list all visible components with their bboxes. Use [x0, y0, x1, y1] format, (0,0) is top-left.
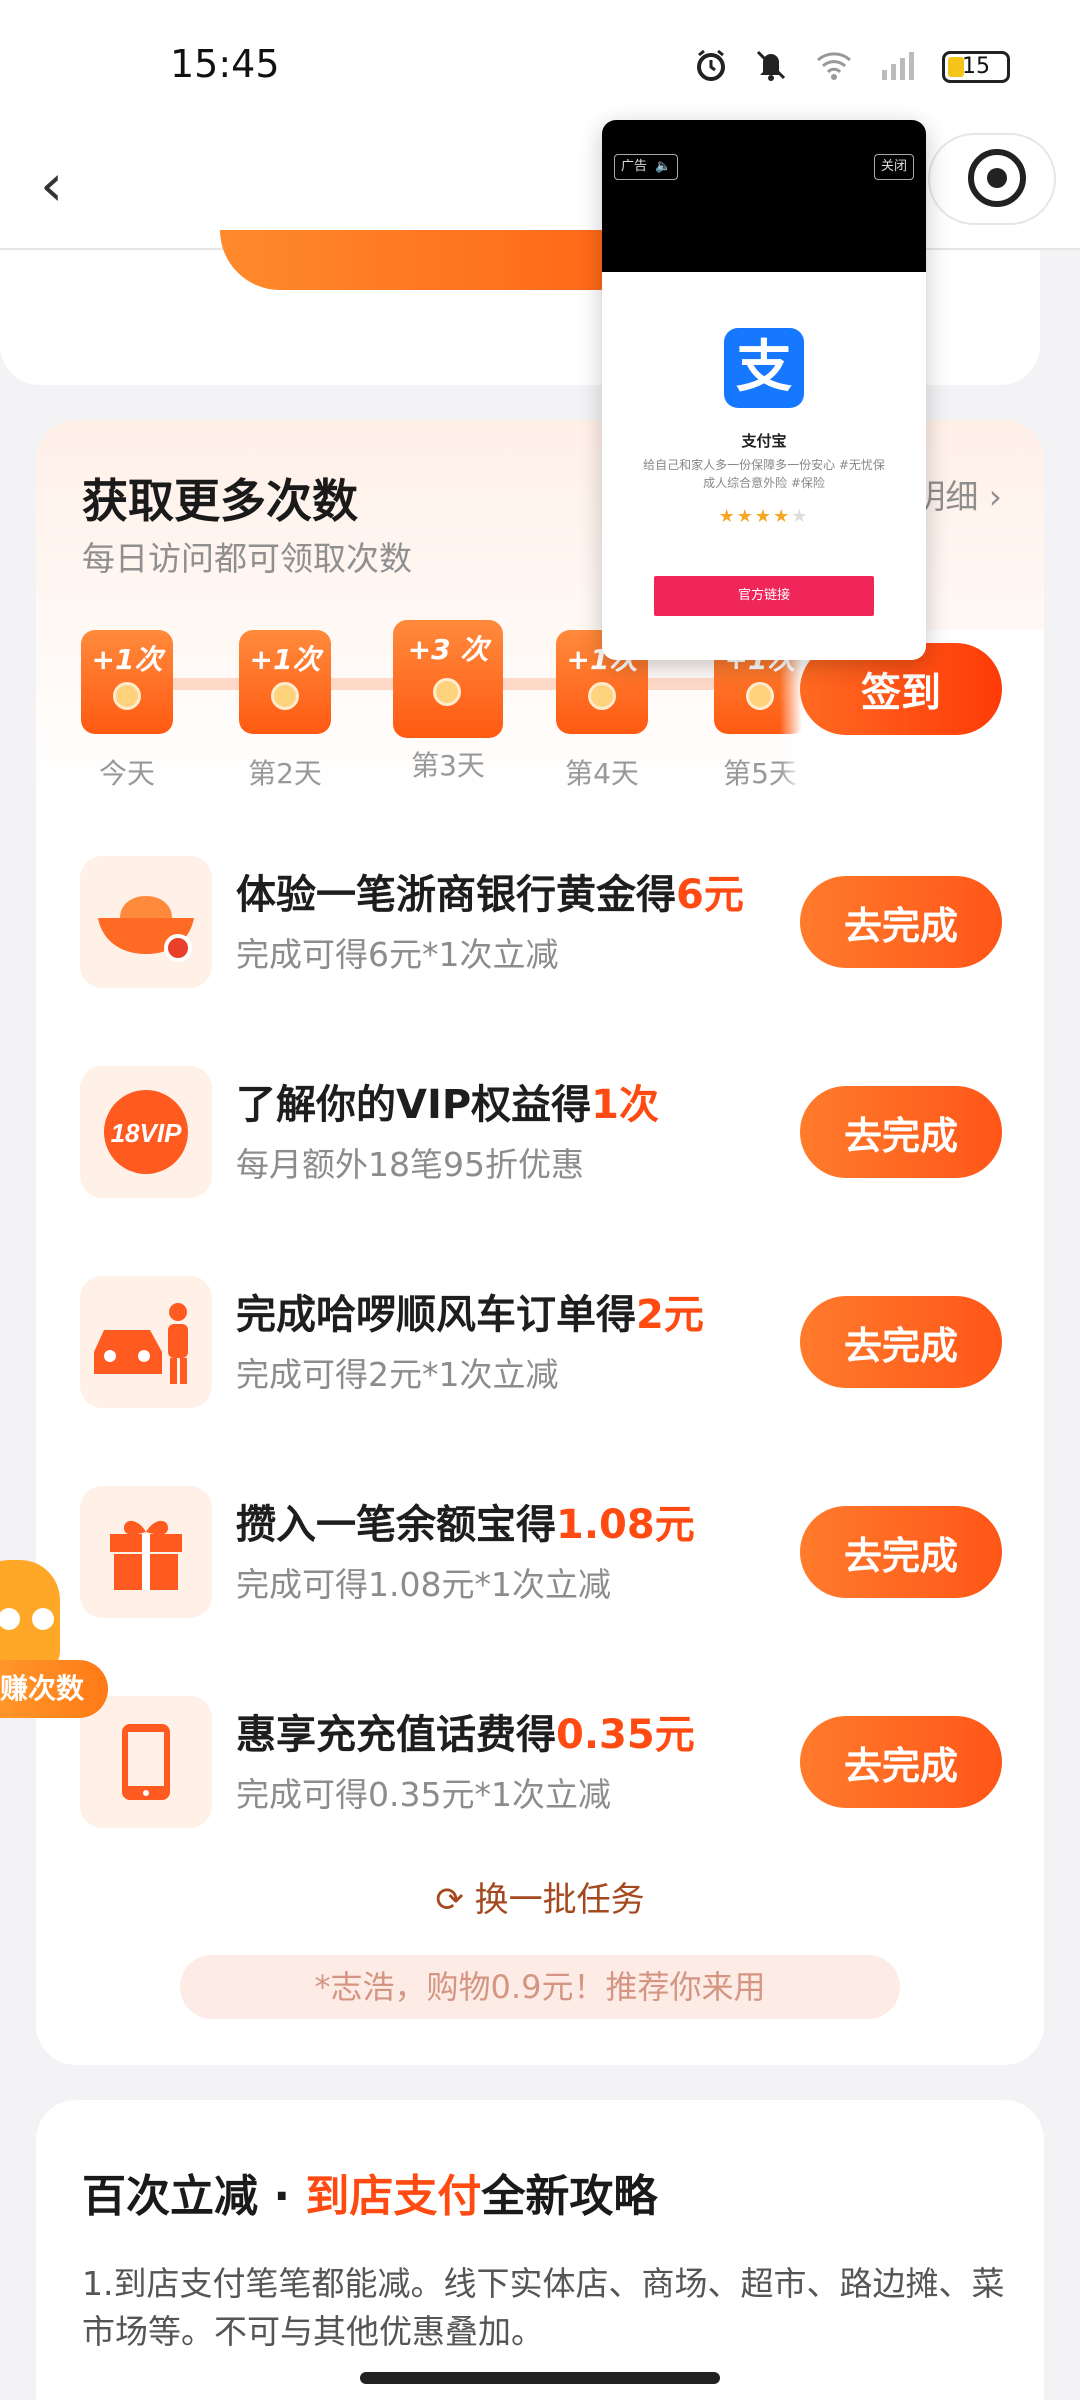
gift-box-icon — [80, 1486, 212, 1618]
promo-banner[interactable]: *志浩，购物0.9元！推荐你来用 — [180, 1955, 900, 2019]
alipay-logo-icon: 支 — [724, 328, 804, 408]
day-reward: +1次 — [249, 643, 321, 676]
section-title: 获取更多次数 — [82, 474, 358, 528]
go-complete-button[interactable]: 去完成 — [800, 1716, 1002, 1808]
alarm-icon — [694, 48, 728, 86]
coin-icon — [588, 682, 616, 710]
day-label: 第3天 — [411, 749, 485, 782]
strategy-title: 百次立减 · 到店支付全新攻略 — [82, 2171, 658, 2222]
signal-icon — [880, 50, 916, 84]
ad-popup[interactable]: 广告 🔈 关闭 支 支付宝 给自己和家人多一份保障多一份安心 #无忧保成人综合意外… — [602, 120, 926, 660]
red-envelope-icon: +1次 — [239, 630, 331, 734]
strategy-card: 百次立减 · 到店支付全新攻略 1.到店支付笔笔都能减。线下实体店、商场、超市、… — [36, 2100, 1044, 2400]
section-subtitle: 每日访问都可领取次数 — [82, 539, 412, 578]
day-label: 第2天 — [248, 757, 322, 790]
back-icon[interactable]: ‹ — [40, 155, 100, 215]
task-title: 体验一笔浙商银行黄金得6元 — [236, 872, 744, 918]
task-row: 惠享充充值话费得0.35元 完成可得0.35元*1次立减 去完成 — [36, 1696, 1044, 1836]
task-row: 完成哈啰顺风车订单得2元 完成可得2元*1次立减 去完成 — [36, 1276, 1044, 1416]
vip-icon-text: 18VIP — [111, 1118, 182, 1148]
coin-icon — [746, 682, 774, 710]
task-title: 惠享充充值话费得0.35元 — [236, 1712, 695, 1758]
task-row: 18VIP 了解你的VIP权益得1次 每月额外18笔95折优惠 去完成 — [36, 1066, 1044, 1206]
battery-icon: 15 — [942, 51, 1010, 83]
day-reward: +1次 — [91, 643, 163, 676]
rating-stars: ★★★★★ — [718, 506, 810, 527]
task-subtitle: 完成可得0.35元*1次立减 — [236, 1775, 611, 1814]
day-item-1: +1次 今天 — [77, 630, 177, 792]
task-title: 完成哈啰顺风车订单得2元 — [236, 1292, 704, 1338]
task-subtitle: 完成可得1.08元*1次立减 — [236, 1565, 611, 1604]
mute-icon — [754, 48, 788, 86]
ad-video[interactable]: 广告 🔈 关闭 — [602, 120, 926, 272]
status-bar: 15:45 15 — [0, 0, 1080, 125]
refresh-tasks-button[interactable]: ⟳ 换一批任务 — [36, 1872, 1044, 1921]
car-passenger-icon — [80, 1276, 212, 1408]
refresh-icon: ⟳ — [435, 1880, 475, 1920]
task-row: 体验一笔浙商银行黄金得6元 完成可得6元*1次立减 去完成 — [36, 856, 1044, 996]
more-times-card: 获取更多次数 每日访问都可领取次数 明细 › +1次 今天 +1次 第2天 +3… — [36, 420, 1044, 2065]
top-orange-button[interactable] — [220, 230, 660, 290]
status-icons: 15 — [694, 48, 1010, 86]
wifi-icon — [814, 50, 854, 84]
day-item-3: +3 次 第3天 — [388, 620, 508, 784]
day-label: 第4天 — [565, 757, 639, 790]
task-title: 攒入一笔余额宝得1.08元 — [236, 1502, 695, 1548]
task-title: 了解你的VIP权益得1次 — [236, 1082, 659, 1128]
day-item-2: +1次 第2天 — [235, 630, 335, 792]
coin-icon — [113, 682, 141, 710]
strategy-text: 1.到店支付笔笔都能减。线下实体店、商场、超市、路边摊、菜市场等。不可与其他优惠… — [82, 2264, 1005, 2351]
task-subtitle: 每月额外18笔95折优惠 — [236, 1145, 584, 1184]
task-subtitle: 完成可得2元*1次立减 — [236, 1355, 559, 1394]
go-complete-button[interactable]: 去完成 — [800, 1296, 1002, 1388]
close-target-icon[interactable] — [968, 149, 1026, 207]
ad-official-link-button[interactable]: 官方链接 — [654, 576, 874, 616]
red-envelope-big-icon: +3 次 — [393, 620, 503, 738]
speaker-icon[interactable]: 🔈 — [655, 155, 671, 179]
ad-description: 给自己和家人多一份保障多一份安心 #无忧保成人综合意外险 #保险 — [643, 458, 885, 490]
refresh-label: 换一批任务 — [474, 1880, 645, 1920]
coin-icon — [433, 678, 461, 706]
task-subtitle: 完成可得6元*1次立减 — [236, 935, 559, 974]
phone-icon — [80, 1696, 212, 1828]
floating-earn-badge[interactable]: 赚次数 — [0, 1660, 108, 1718]
ad-close-button[interactable]: 关闭 — [873, 154, 914, 180]
day-reward: +3 次 — [407, 633, 489, 666]
go-complete-button[interactable]: 去完成 — [800, 1086, 1002, 1178]
gold-ingot-icon — [80, 856, 212, 988]
ad-app-name: 支付宝 — [741, 432, 787, 450]
vip-badge-icon: 18VIP — [80, 1066, 212, 1198]
day-label: 今天 — [98, 757, 155, 790]
go-complete-button[interactable]: 去完成 — [800, 1506, 1002, 1598]
go-complete-button[interactable]: 去完成 — [800, 876, 1002, 968]
status-time: 15:45 — [170, 42, 280, 86]
task-row: 攒入一笔余额宝得1.08元 完成可得1.08元*1次立减 去完成 — [36, 1486, 1044, 1626]
coin-icon — [271, 682, 299, 710]
ad-tag: 广告 🔈 — [614, 154, 679, 180]
home-indicator[interactable] — [360, 2372, 720, 2384]
red-envelope-icon: +1次 — [81, 630, 173, 734]
